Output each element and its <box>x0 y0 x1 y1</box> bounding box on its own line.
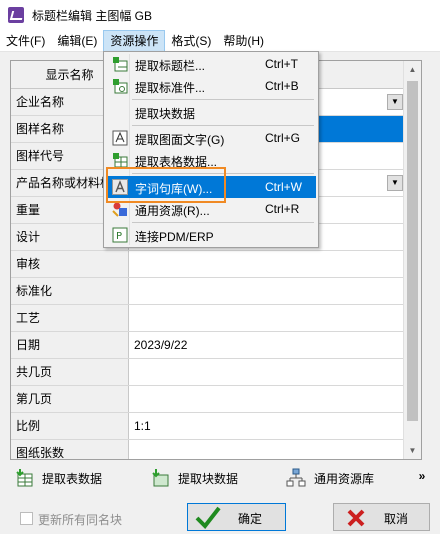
menu-item-label: 提取标准件... <box>135 81 206 95</box>
update-all-checkbox[interactable] <box>20 512 33 525</box>
menu-item-extract-block-data[interactable]: 提取块数据 <box>106 101 316 123</box>
menu-item-extract-standard-part[interactable]: 提取标准件... Ctrl+B <box>106 75 316 97</box>
row-value[interactable] <box>129 305 405 331</box>
grid-row[interactable]: 图纸张数 <box>11 440 405 459</box>
block-data-icon <box>150 468 170 488</box>
resource-tree-icon <box>286 468 306 488</box>
row-label: 图纸张数 <box>11 440 129 459</box>
menu-format[interactable]: 格式(S) <box>165 30 217 52</box>
title-bar-icon <box>112 56 128 72</box>
update-all-label: 更新所有同名块 <box>38 513 123 527</box>
row-label: 标准化 <box>11 278 129 304</box>
menu-separator <box>132 125 314 126</box>
cancel-label: 取消 <box>384 512 409 526</box>
window-title: 标题栏编辑 主图幅 GB <box>32 8 153 23</box>
menu-edit[interactable]: 编辑(E) <box>51 30 103 52</box>
standard-part-icon <box>112 78 128 94</box>
menu-item-shortcut: Ctrl+T <box>265 57 298 71</box>
row-label: 审核 <box>11 251 129 277</box>
table-data-icon <box>112 152 128 168</box>
menu-file[interactable]: 文件(F) <box>0 30 51 52</box>
ok-button[interactable]: 确定 <box>187 503 286 531</box>
grid-row[interactable]: 第几页 <box>11 386 405 413</box>
title-bar: 标题栏编辑 主图幅 GB <box>0 0 440 30</box>
row-value[interactable]: 2023/9/22 <box>129 332 405 358</box>
row-label: 第几页 <box>11 386 129 412</box>
common-resource-label: 通用资源库 <box>314 471 375 486</box>
menu-item-label: 通用资源(R)... <box>135 204 210 218</box>
grid-row[interactable]: 标准化 <box>11 278 405 305</box>
extract-block-label: 提取块数据 <box>178 471 239 486</box>
menu-help[interactable]: 帮助(H) <box>217 30 270 52</box>
pdm-erp-icon: P <box>112 227 128 243</box>
toolbar-more-button[interactable]: » <box>412 469 432 487</box>
menu-item-shortcut: Ctrl+R <box>265 202 300 216</box>
row-label: 共几页 <box>11 359 129 385</box>
extract-block-button[interactable]: 提取块数据 <box>150 463 238 493</box>
grid-row[interactable]: 共几页 <box>11 359 405 386</box>
row-label: 日期 <box>11 332 129 358</box>
menu-item-extract-drawing-text[interactable]: 提取图面文字(G) Ctrl+G <box>106 127 316 149</box>
vertical-scrollbar[interactable]: ▲ ▼ <box>403 61 421 459</box>
menu-item-label: 提取块数据 <box>135 107 196 121</box>
svg-text:P: P <box>116 231 122 242</box>
menu-resource-ops[interactable]: 资源操作 <box>103 29 166 52</box>
highlight-annotation <box>106 167 226 203</box>
menu-item-label: 提取标题栏... <box>135 59 206 73</box>
row-value[interactable]: 1:1 <box>129 413 405 439</box>
chevron-down-icon[interactable]: ▼ <box>387 94 403 110</box>
row-label: 工艺 <box>11 305 129 331</box>
row-value[interactable] <box>129 386 405 412</box>
menu-separator <box>132 222 314 223</box>
menu-bar: 文件(F) 编辑(E) 资源操作 格式(S) 帮助(H) <box>0 29 440 52</box>
row-value[interactable] <box>129 440 405 459</box>
common-resource-library-button[interactable]: 通用资源库 <box>286 463 374 493</box>
menu-item-shortcut: Ctrl+B <box>265 79 299 93</box>
scroll-down-icon[interactable]: ▼ <box>404 442 421 459</box>
cancel-button[interactable]: 取消 <box>333 503 430 531</box>
menu-separator <box>132 99 314 100</box>
grid-row[interactable]: 工艺 <box>11 305 405 332</box>
menu-item-shortcut: Ctrl+G <box>265 131 301 145</box>
menu-item-extract-title-bar[interactable]: 提取标题栏... Ctrl+T <box>106 53 316 75</box>
grid-row[interactable]: 日期 2023/9/22 <box>11 332 405 359</box>
menu-item-shortcut: Ctrl+W <box>265 180 302 194</box>
close-icon <box>347 509 365 527</box>
row-value[interactable] <box>129 251 405 277</box>
row-label: 比例 <box>11 413 129 439</box>
app-icon <box>8 7 24 23</box>
scroll-up-icon[interactable]: ▲ <box>404 61 421 78</box>
checkmark-icon <box>195 506 221 529</box>
grid-row[interactable]: 比例 1:1 <box>11 413 405 440</box>
extract-table-button[interactable]: 提取表数据 <box>14 463 102 493</box>
menu-item-label: 提取图面文字(G) <box>135 133 225 147</box>
extract-table-label: 提取表数据 <box>42 471 103 486</box>
scroll-thumb[interactable] <box>407 81 418 421</box>
common-resource-icon <box>112 201 128 217</box>
drawing-text-icon <box>112 130 128 146</box>
menu-item-connect-pdm-erp[interactable]: P 连接PDM/ERP <box>106 224 316 246</box>
table-data-icon <box>14 468 34 488</box>
menu-item-label: 连接PDM/ERP <box>135 230 214 244</box>
ok-label: 确定 <box>238 512 263 526</box>
grid-row[interactable]: 审核 <box>11 251 405 278</box>
chevron-down-icon[interactable]: ▼ <box>387 175 403 191</box>
resource-ops-menu: 提取标题栏... Ctrl+T 提取标准件... Ctrl+B 提取块数据 提取… <box>103 51 319 248</box>
row-value[interactable] <box>129 278 405 304</box>
row-value[interactable] <box>129 359 405 385</box>
